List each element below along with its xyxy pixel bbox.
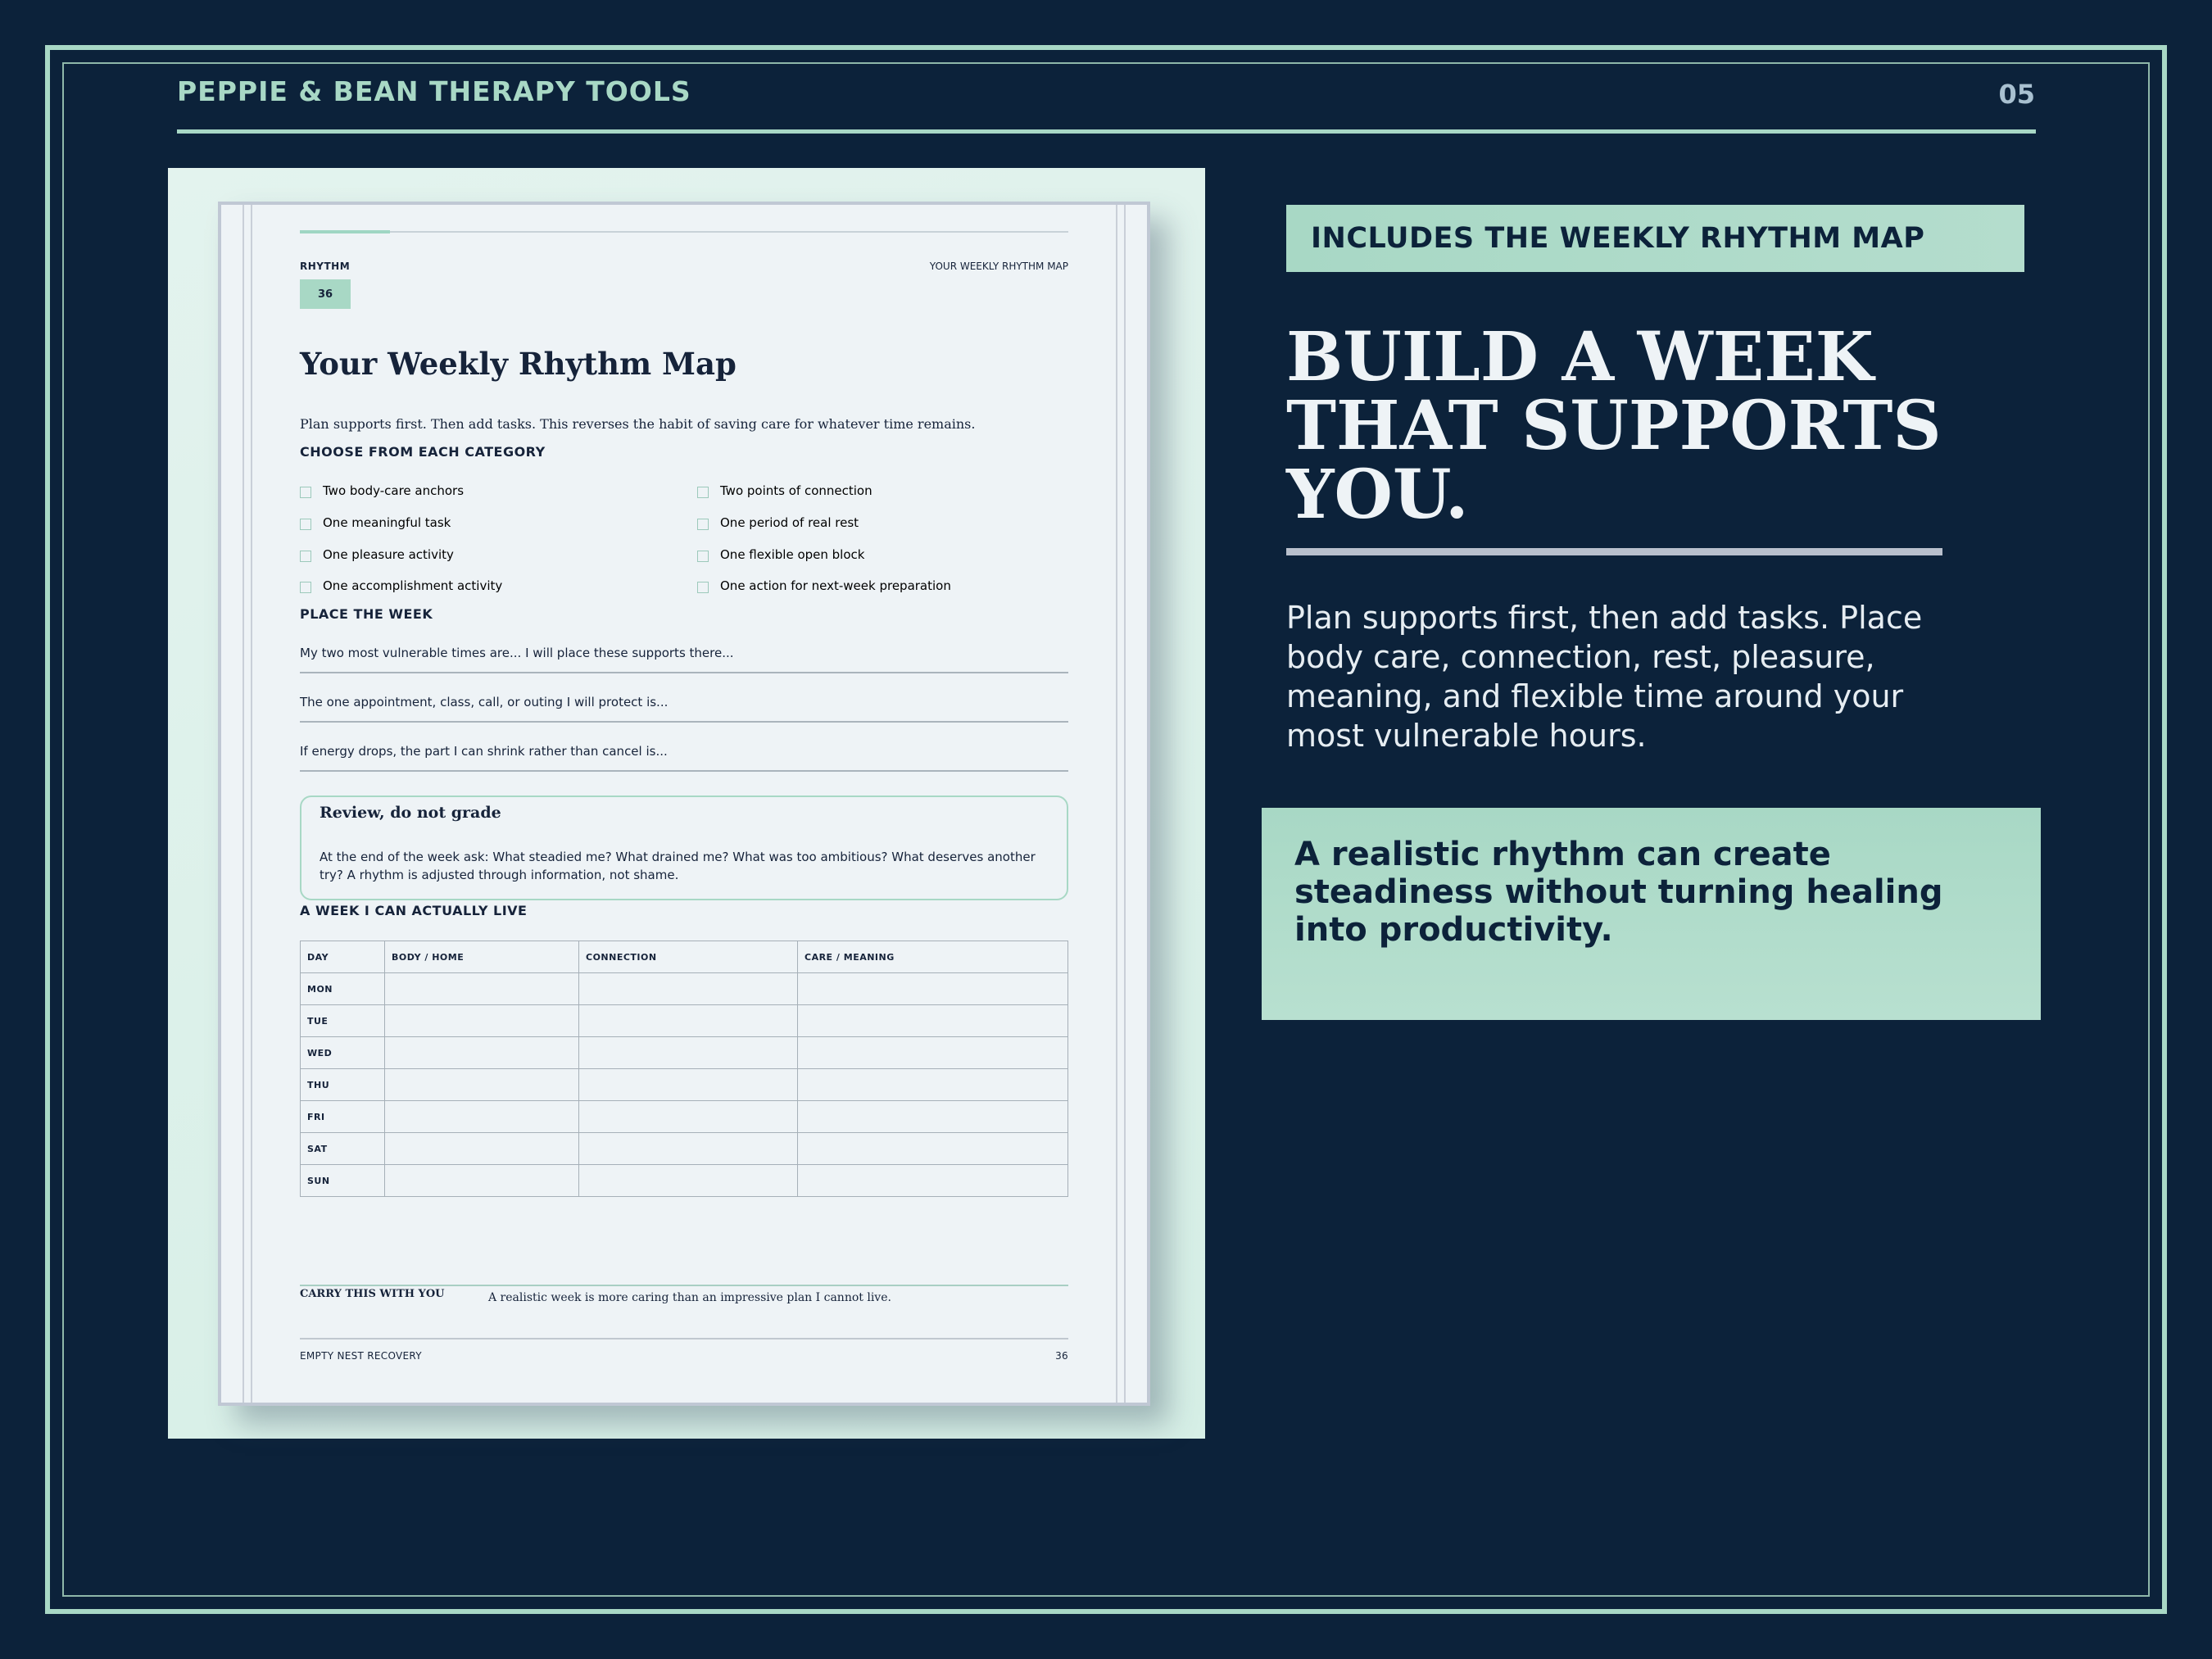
- table-cell: [797, 972, 1068, 1005]
- page-top-rule: [300, 230, 1068, 233]
- day-cell: FRI: [300, 1100, 385, 1133]
- checklist-item: One period of real rest: [697, 515, 859, 530]
- table-cell: [578, 1036, 798, 1069]
- checkbox-icon: [300, 518, 311, 530]
- checklist-item: One action for next-week preparation: [697, 578, 951, 593]
- checklist-item: Two body-care anchors: [300, 483, 464, 498]
- carry-label: CARRY THIS WITH YOU: [300, 1288, 445, 1300]
- headline-line: THAT SUPPORTS: [1286, 387, 1942, 465]
- checklist-item: One accomplishment activity: [300, 578, 502, 593]
- table-row: THU: [300, 1068, 1068, 1101]
- review-title: Review, do not grade: [320, 804, 501, 822]
- day-cell: SUN: [300, 1164, 385, 1197]
- table-row: SAT: [300, 1132, 1068, 1165]
- table-header-cell: BODY / HOME: [384, 941, 579, 973]
- header-divider: [177, 129, 2036, 134]
- headline: BUILD A WEEK THAT SUPPORTS YOU.: [1286, 323, 2024, 529]
- carry-divider: [300, 1285, 1068, 1286]
- table-row: FRI: [300, 1100, 1068, 1133]
- carry-text: A realistic week is more caring than an …: [488, 1291, 891, 1304]
- headline-divider: [1286, 548, 1942, 555]
- day-cell: TUE: [300, 1004, 385, 1037]
- category-heading: CHOOSE FROM EACH CATEGORY: [300, 444, 546, 460]
- day-cell: WED: [300, 1036, 385, 1069]
- table-cell: [384, 1004, 579, 1037]
- review-body: At the end of the week ask: What steadie…: [320, 850, 1036, 882]
- checkbox-icon: [697, 486, 709, 498]
- table-cell: [384, 1068, 579, 1101]
- table-cell: [578, 972, 798, 1005]
- checkbox-icon: [697, 581, 709, 593]
- page-number: 05: [1998, 79, 2035, 110]
- table-header-row: DAY BODY / HOME CONNECTION CARE / MEANIN…: [300, 941, 1068, 973]
- checklist-item: One flexible open block: [697, 547, 864, 562]
- table-cell: [384, 1164, 579, 1197]
- checkbox-icon: [697, 518, 709, 530]
- checklist-item: One meaningful task: [300, 515, 451, 530]
- page-margin-line: [243, 205, 244, 1403]
- checkbox-icon: [300, 486, 311, 498]
- table-cell: [384, 1036, 579, 1069]
- table-row: MON: [300, 972, 1068, 1005]
- table-cell: [797, 1068, 1068, 1101]
- table-cell: [797, 1100, 1068, 1133]
- table-row: TUE: [300, 1004, 1068, 1037]
- table-cell: [384, 1100, 579, 1133]
- prompt-line: My two most vulnerable times are... I wi…: [300, 646, 1068, 673]
- table-header-cell: CARE / MEANING: [797, 941, 1068, 973]
- table-row: WED: [300, 1036, 1068, 1069]
- table-cell: [578, 1132, 798, 1165]
- table-cell: [797, 1132, 1068, 1165]
- checkbox-icon: [697, 550, 709, 562]
- headline-line: BUILD A WEEK: [1286, 318, 1874, 397]
- day-cell: MON: [300, 972, 385, 1005]
- includes-chip: INCLUDES THE WEEKLY RHYTHM MAP: [1286, 205, 2024, 272]
- table-header-cell: CONNECTION: [578, 941, 798, 973]
- prompt-line: If energy drops, the part I can shrink r…: [300, 744, 1068, 772]
- place-heading: PLACE THE WEEK: [300, 606, 433, 622]
- review-box: Review, do not grade At the end of the w…: [300, 796, 1068, 900]
- checklist-item: Two points of connection: [697, 483, 873, 498]
- day-cell: THU: [300, 1068, 385, 1101]
- table-cell: [578, 1068, 798, 1101]
- footer-page-number: 36: [1055, 1350, 1068, 1362]
- table-cell: [384, 1132, 579, 1165]
- checkbox-icon: [300, 550, 311, 562]
- table-cell: [797, 1164, 1068, 1197]
- table-row: SUN: [300, 1164, 1068, 1197]
- table-cell: [797, 1004, 1068, 1037]
- table-cell: [578, 1164, 798, 1197]
- running-header: YOUR WEEKLY RHYTHM MAP: [929, 261, 1068, 272]
- weekly-table: DAY BODY / HOME CONNECTION CARE / MEANIN…: [300, 941, 1068, 1197]
- worksheet-title: Your Weekly Rhythm Map: [300, 346, 737, 382]
- table-header-cell: DAY: [300, 941, 385, 973]
- page-badge: 36: [300, 279, 351, 309]
- table-heading: A WEEK I CAN ACTUALLY LIVE: [300, 903, 528, 918]
- worksheet-page-preview: RHYTHM YOUR WEEKLY RHYTHM MAP 36 Your We…: [218, 202, 1150, 1406]
- headline-line: YOU.: [1286, 456, 1469, 534]
- page-margin-line: [1116, 205, 1117, 1403]
- quote-box: A realistic rhythm can create steadiness…: [1262, 808, 2041, 1020]
- checkbox-icon: [300, 581, 311, 593]
- table-cell: [578, 1100, 798, 1133]
- description: Plan supports first, then add tasks. Pla…: [1286, 600, 1923, 754]
- worksheet-intro: Plan supports first. Then add tasks. Thi…: [300, 416, 976, 432]
- brand-title: PEPPIE & BEAN THERAPY TOOLS: [177, 75, 691, 107]
- day-cell: SAT: [300, 1132, 385, 1165]
- section-tag: RHYTHM: [300, 261, 351, 272]
- checklist-item: One pleasure activity: [300, 547, 454, 562]
- prompt-line: The one appointment, class, call, or out…: [300, 695, 1068, 723]
- footer-divider: [300, 1338, 1068, 1339]
- page-margin-line: [251, 205, 252, 1403]
- table-cell: [797, 1036, 1068, 1069]
- table-cell: [384, 972, 579, 1005]
- footer-title: EMPTY NEST RECOVERY: [300, 1350, 422, 1362]
- table-cell: [578, 1004, 798, 1037]
- page-margin-line: [1124, 205, 1126, 1403]
